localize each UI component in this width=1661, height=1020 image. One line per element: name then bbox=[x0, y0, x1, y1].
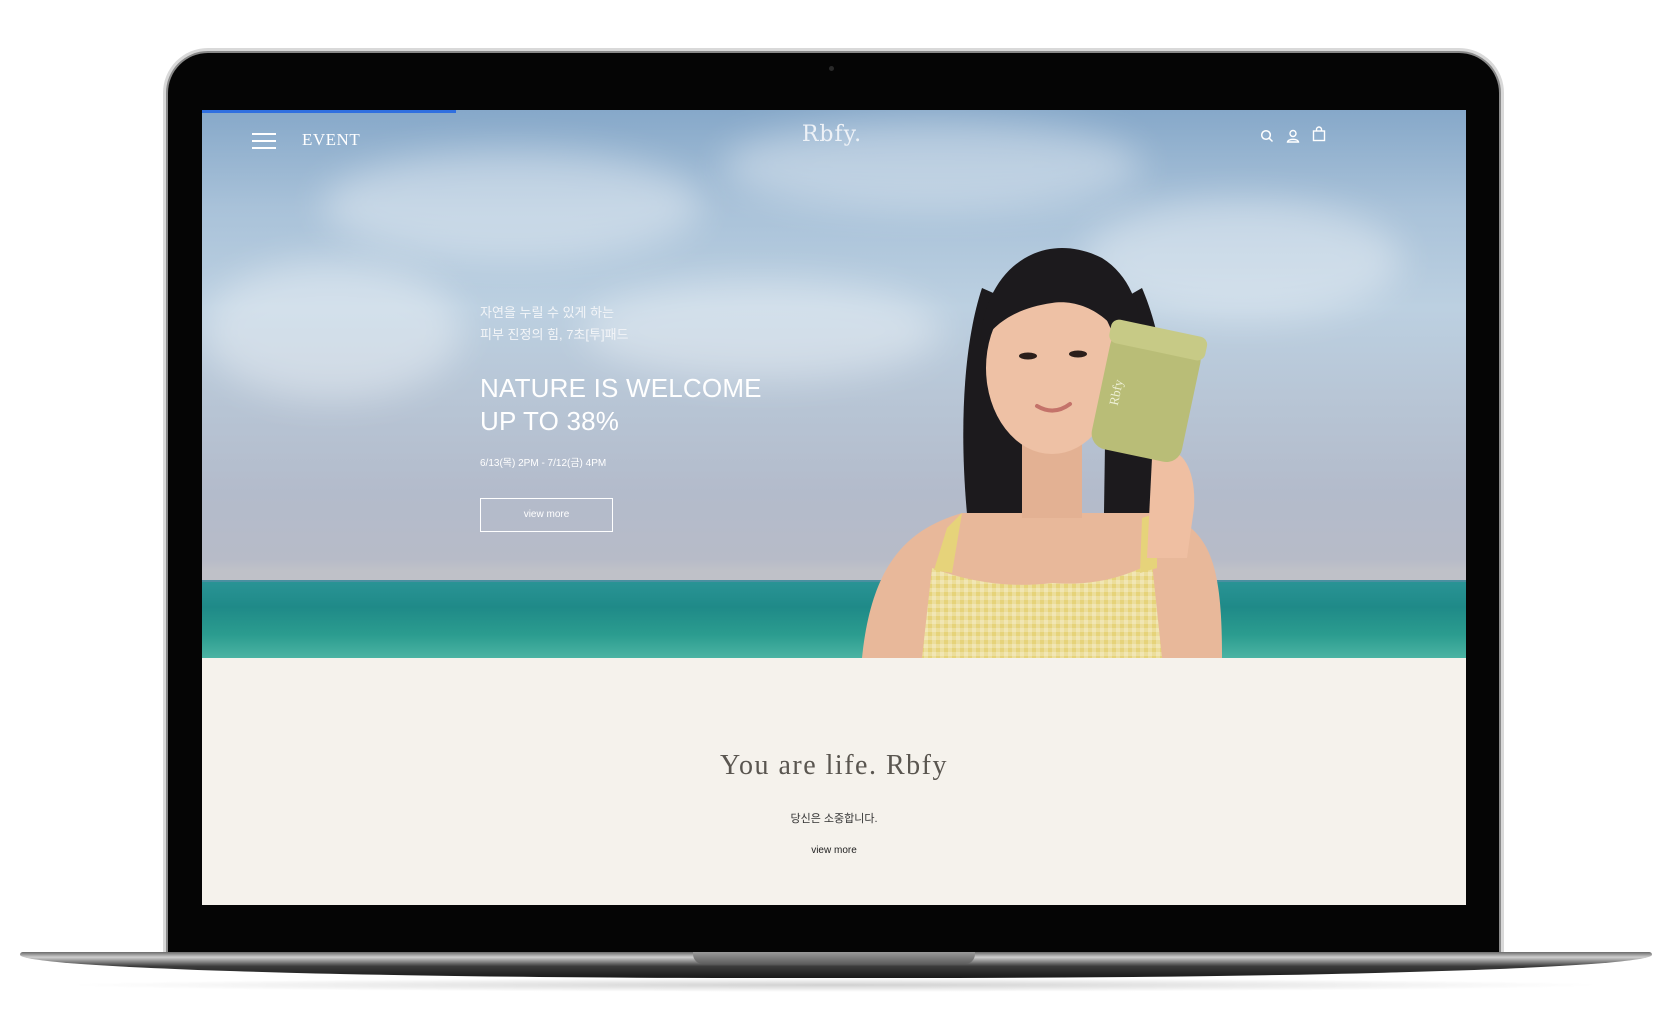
slider-progress-bar bbox=[202, 110, 456, 113]
event-date-range: 6/13(목) 2PM - 7/12(금) 4PM bbox=[480, 458, 607, 469]
hero-subtitle-line-1: 자연을 누릴 수 있게 하는 bbox=[480, 305, 615, 320]
brand-tagline: You are life. Rbfy bbox=[720, 750, 948, 781]
brand-logo[interactable]: Rbfy. bbox=[762, 122, 902, 147]
shopping-bag-icon[interactable] bbox=[1311, 126, 1327, 142]
laptop-shadow bbox=[60, 978, 1610, 992]
horizon-line bbox=[202, 580, 1466, 582]
model-holding-product-image: Rbfy bbox=[862, 248, 1222, 658]
hamburger-menu-icon[interactable] bbox=[252, 133, 276, 149]
cloud bbox=[322, 150, 702, 260]
hero-headline: NATURE IS WELCOME UP TO 38% bbox=[480, 372, 762, 438]
hero-headline-line-2: UP TO 38% bbox=[480, 406, 620, 436]
sea bbox=[202, 580, 1466, 658]
user-icon[interactable] bbox=[1285, 128, 1301, 144]
search-icon[interactable] bbox=[1259, 128, 1275, 144]
event-nav-link[interactable]: EVENT bbox=[302, 130, 360, 150]
brand-subtitle: 당신은 소중합니다. bbox=[790, 813, 878, 825]
cloud bbox=[202, 260, 462, 400]
hero-headline-line-1: NATURE IS WELCOME bbox=[480, 373, 762, 403]
laptop-camera bbox=[829, 66, 834, 71]
laptop-opening-notch bbox=[693, 952, 975, 964]
laptop-screen: EVENT Rbfy. 자연을 누릴 수 있게 하는 피부 진정의 힘, 7초[… bbox=[202, 110, 1466, 905]
hero-view-more-button[interactable]: view more bbox=[480, 498, 613, 532]
hero-banner: EVENT Rbfy. 자연을 누릴 수 있게 하는 피부 진정의 힘, 7초[… bbox=[202, 110, 1466, 658]
hero-subtitle-line-2: 피부 진정의 힘, 7초[투]패드 bbox=[480, 327, 629, 342]
brand-view-more-link[interactable]: view more bbox=[784, 845, 884, 856]
